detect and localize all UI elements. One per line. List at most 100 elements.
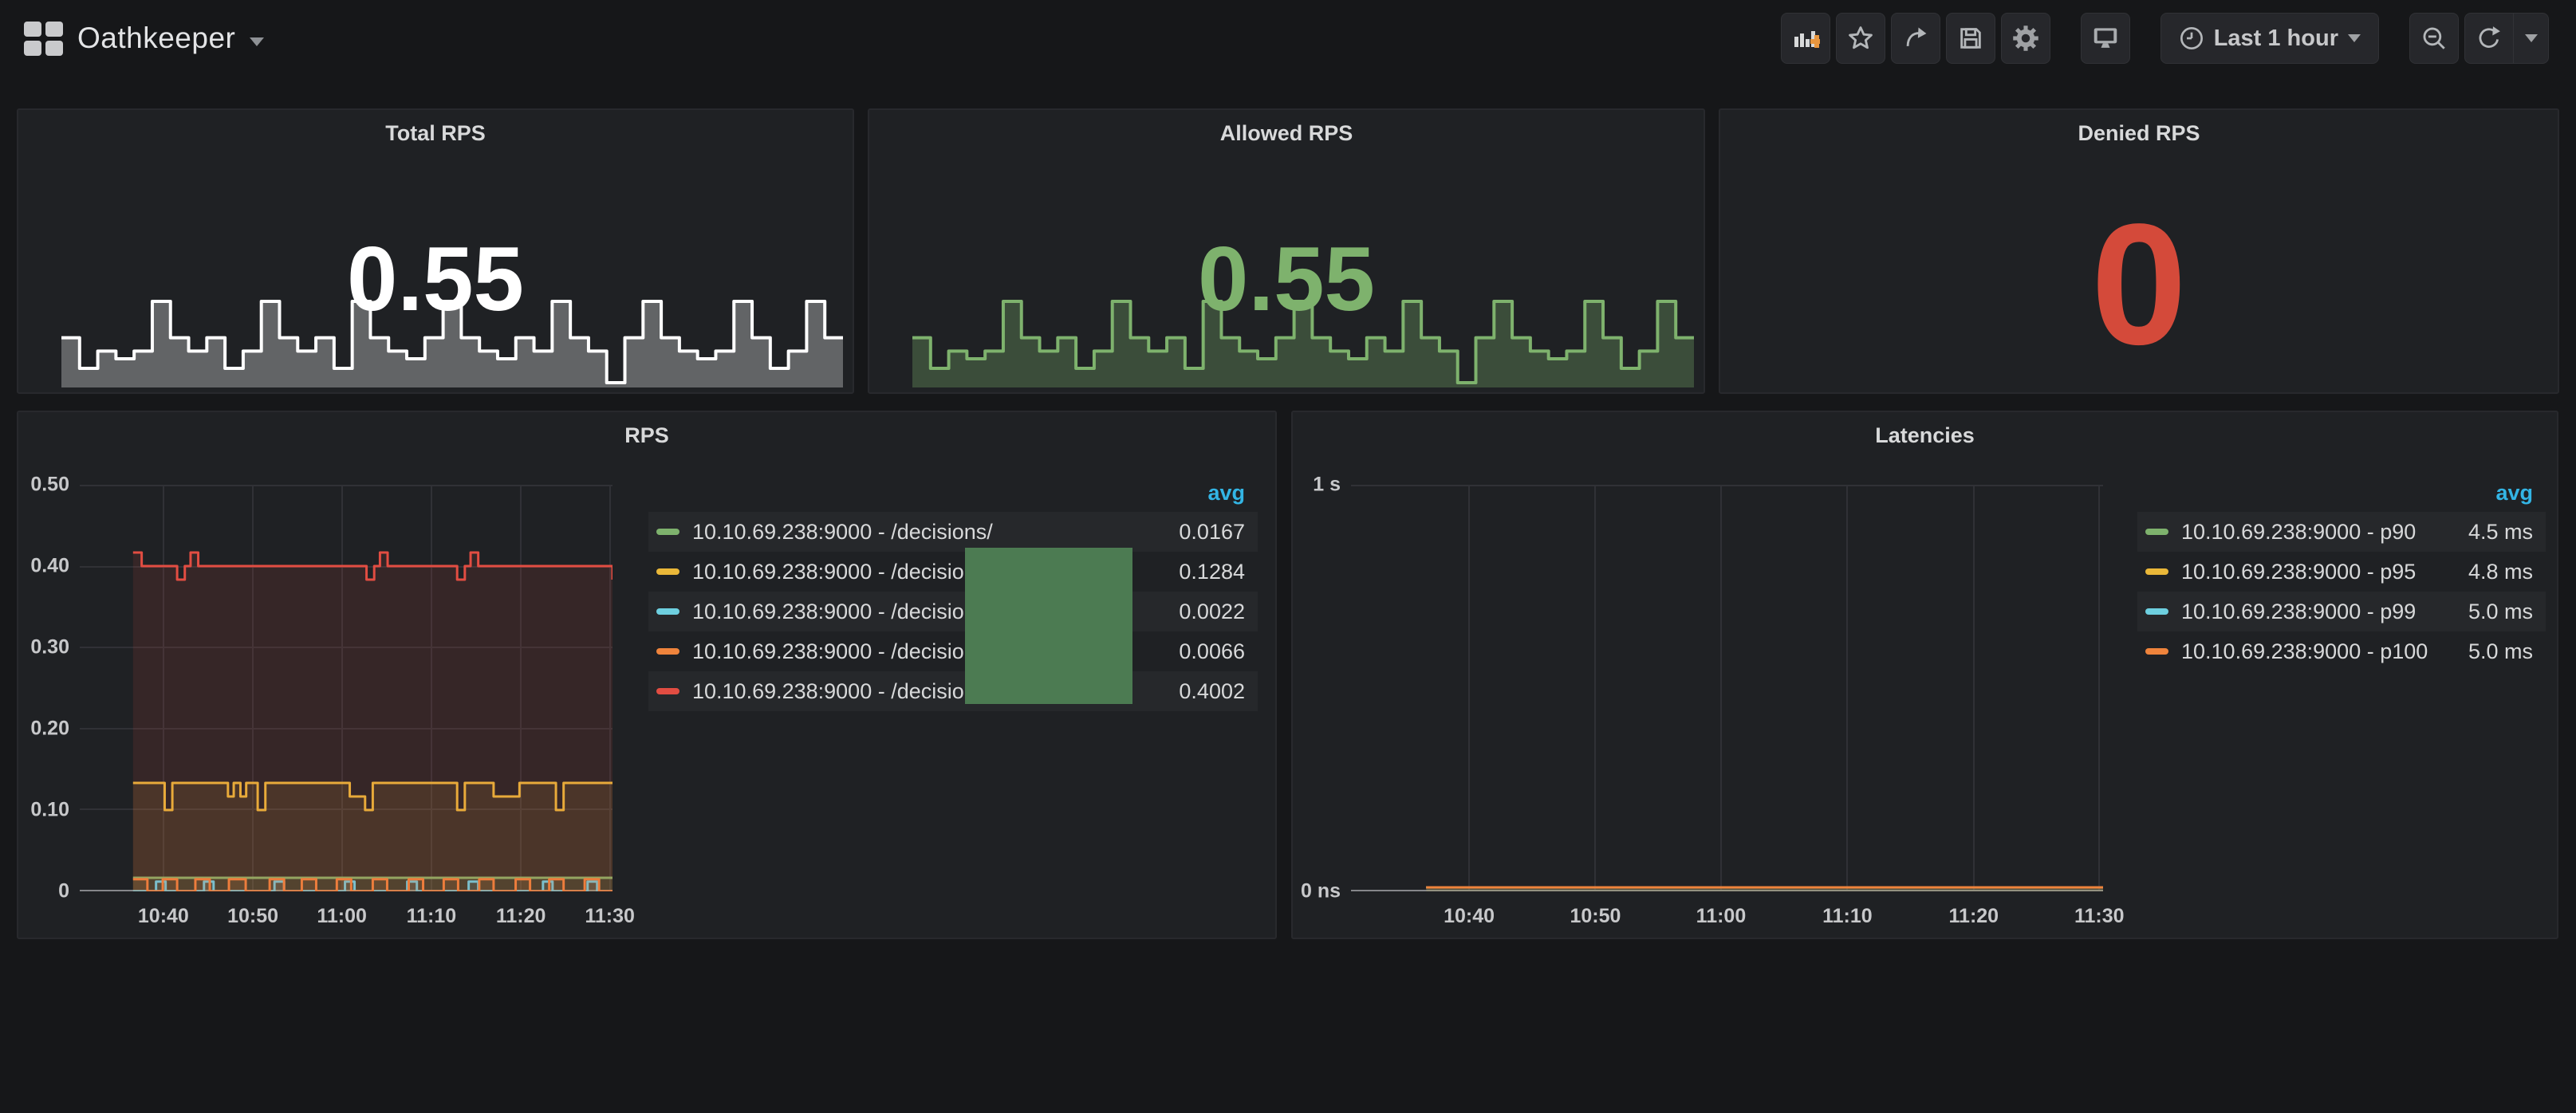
rps-chart-plot[interactable] — [80, 485, 612, 891]
chevron-down-icon — [2525, 34, 2538, 42]
rps-legend: avg 10.10.69.238:9000 - /decisions/0.0167… — [648, 481, 1258, 711]
legend-row[interactable]: 10.10.69.238:9000 - /decisions/0.0022 — [648, 592, 1258, 631]
star-icon — [1847, 25, 1874, 52]
stat-value: 0.55 — [869, 234, 1704, 325]
legend-row[interactable]: 10.10.69.238:9000 - p90 4.5 ms — [2137, 512, 2546, 552]
legend-avg-header[interactable]: avg — [2495, 481, 2533, 505]
panel-title[interactable]: RPS — [18, 423, 1275, 448]
y-axis-tick: 0 ns — [1301, 880, 1341, 903]
y-axis-tick: 0 — [58, 880, 69, 903]
legend-avg-value: 4.5 ms — [2452, 520, 2533, 545]
dashboard-settings-button[interactable] — [2001, 13, 2050, 64]
legend-avg-value: 0.4002 — [1163, 679, 1245, 704]
tv-monitor-icon — [2090, 23, 2121, 53]
navbar: Oathkeeper — [0, 0, 2576, 77]
y-axis-tick: 0.20 — [30, 718, 69, 741]
legend-color-swatch[interactable] — [2145, 648, 2168, 655]
clock-icon — [2179, 26, 2204, 51]
add-panel-icon — [1791, 24, 1820, 53]
legend-color-swatch[interactable] — [656, 648, 679, 655]
legend-color-swatch[interactable] — [2145, 568, 2168, 575]
legend-row[interactable]: 10.10.69.238:9000 - p100 5.0 ms — [2137, 631, 2546, 671]
stat-value: 0 — [1720, 198, 2558, 370]
legend-row[interactable]: 10.10.69.238:9000 - /decisions/0.0167 — [648, 512, 1258, 552]
x-axis-tick: 10:50 — [227, 905, 278, 928]
legend-color-swatch[interactable] — [656, 529, 679, 535]
grafana-dashboards-grid-icon — [24, 22, 63, 56]
x-axis-tick: 11:10 — [1822, 905, 1873, 928]
zoom-out-time-button[interactable] — [2409, 13, 2459, 64]
panel-title[interactable]: Denied RPS — [1720, 121, 2558, 146]
legend-row[interactable]: 10.10.69.238:9000 - /decisions/0.4002 — [648, 671, 1258, 711]
dashboard-title-menu[interactable]: Oathkeeper — [24, 22, 264, 56]
share-icon — [1902, 25, 1929, 52]
time-range-picker[interactable]: Last 1 hour — [2160, 13, 2379, 64]
legend-series-label[interactable]: 10.10.69.238:9000 - p95 — [2181, 560, 2416, 584]
legend-color-swatch[interactable] — [2145, 608, 2168, 615]
save-icon — [1957, 25, 1984, 52]
legend-avg-value: 0.0167 — [1163, 520, 1245, 545]
x-axis: 10:4010:5011:0011:1011:2011:30 — [1351, 905, 2103, 937]
legend-color-swatch[interactable] — [656, 608, 679, 615]
save-dashboard-button[interactable] — [1946, 13, 1995, 64]
legend-row[interactable]: 10.10.69.238:9000 - p954.8 ms — [2137, 552, 2546, 592]
legend-series-label[interactable]: 10.10.69.238:9000 - /decisions/ — [692, 560, 993, 584]
refresh-controls — [2464, 13, 2549, 64]
legend-avg-value: 0.1284 — [1163, 560, 1245, 584]
legend-color-swatch[interactable] — [2145, 529, 2168, 535]
share-dashboard-button[interactable] — [1891, 13, 1940, 64]
legend-series-label[interactable]: 10.10.69.238:9000 - p100 — [2181, 639, 2428, 664]
y-axis: 0.500.400.300.200.100 — [18, 485, 69, 891]
legend-series-label[interactable]: 10.10.69.238:9000 - p90 — [2181, 520, 2416, 545]
refresh-interval-dropdown[interactable] — [2514, 13, 2549, 64]
refresh-icon — [2476, 25, 2503, 52]
toolbar: Last 1 hour — [1775, 13, 2549, 64]
panel-total-rps: Total RPS 0.55 — [17, 108, 854, 394]
legend-series-label[interactable]: 10.10.69.238:9000 - /decisions/ — [692, 600, 993, 624]
legend-overlay-artifact — [965, 548, 1132, 704]
legend-color-swatch[interactable] — [656, 688, 679, 694]
panel-title[interactable]: Latencies — [1293, 423, 2557, 448]
legend-avg-value: 0.0066 — [1163, 639, 1245, 664]
x-axis: 10:4010:5011:0011:1011:2011:30 — [80, 905, 612, 937]
x-axis-tick: 11:00 — [317, 905, 367, 928]
y-axis-tick: 1 s — [1313, 474, 1341, 497]
x-axis-tick: 10:40 — [138, 905, 189, 928]
y-axis-tick: 0.30 — [30, 636, 69, 659]
x-axis-tick: 11:20 — [496, 905, 546, 928]
legend-avg-value: 5.0 ms — [2452, 639, 2533, 664]
legend-avg-value: 0.0022 — [1163, 600, 1245, 624]
legend-series-label[interactable]: 10.10.69.238:9000 - /decisions/ — [692, 639, 993, 664]
dashboard-title[interactable]: Oathkeeper — [77, 22, 235, 55]
time-range-label: Last 1 hour — [2214, 26, 2338, 52]
x-axis-tick: 11:10 — [407, 905, 457, 928]
latencies-chart-plot[interactable] — [1351, 485, 2103, 891]
legend-series-label[interactable]: 10.10.69.238:9000 - /decisions/ — [692, 520, 993, 545]
panel-denied-rps: Denied RPS 0 — [1719, 108, 2559, 394]
cycle-view-mode-button[interactable] — [2081, 13, 2130, 64]
x-axis-tick: 10:50 — [1570, 905, 1621, 928]
legend-avg-header[interactable]: avg — [1207, 481, 1245, 505]
panel-rps-graph: RPS 0.500.400.300.200.100 10:4010:5011:0… — [17, 411, 1277, 939]
refresh-dashboard-button[interactable] — [2464, 13, 2514, 64]
add-panel-button[interactable] — [1781, 13, 1830, 64]
legend-row[interactable]: 10.10.69.238:9000 - /decisions/0.0066 — [648, 631, 1258, 671]
legend-series-label[interactable]: 10.10.69.238:9000 - p99 — [2181, 600, 2416, 624]
grafana-dashboard-page: { "theme": { "background": "#161719", "p… — [0, 0, 2576, 1113]
y-axis: 1 s0 ns — [1293, 485, 1341, 891]
legend-color-swatch[interactable] — [656, 568, 679, 575]
x-axis-tick: 11:30 — [2074, 905, 2125, 928]
chevron-down-icon — [2348, 34, 2361, 42]
star-dashboard-button[interactable] — [1836, 13, 1885, 64]
x-axis-tick: 11:00 — [1696, 905, 1747, 928]
stat-value: 0.55 — [18, 234, 853, 325]
legend-row[interactable]: 10.10.69.238:9000 - p995.0 ms — [2137, 592, 2546, 631]
latencies-legend: avg10.10.69.238:9000 - p904.5 ms10.10.69… — [2137, 481, 2546, 671]
legend-row[interactable]: 10.10.69.238:9000 - /decisions/0.1284 — [648, 552, 1258, 592]
legend-series-label[interactable]: 10.10.69.238:9000 - /decisions/ — [692, 679, 993, 704]
panel-allowed-rps: Allowed RPS 0.55 — [868, 108, 1705, 394]
gear-icon — [2011, 24, 2040, 53]
y-axis-tick: 0.40 — [30, 555, 69, 578]
panel-title[interactable]: Total RPS — [18, 121, 853, 146]
panel-title[interactable]: Allowed RPS — [869, 121, 1704, 146]
